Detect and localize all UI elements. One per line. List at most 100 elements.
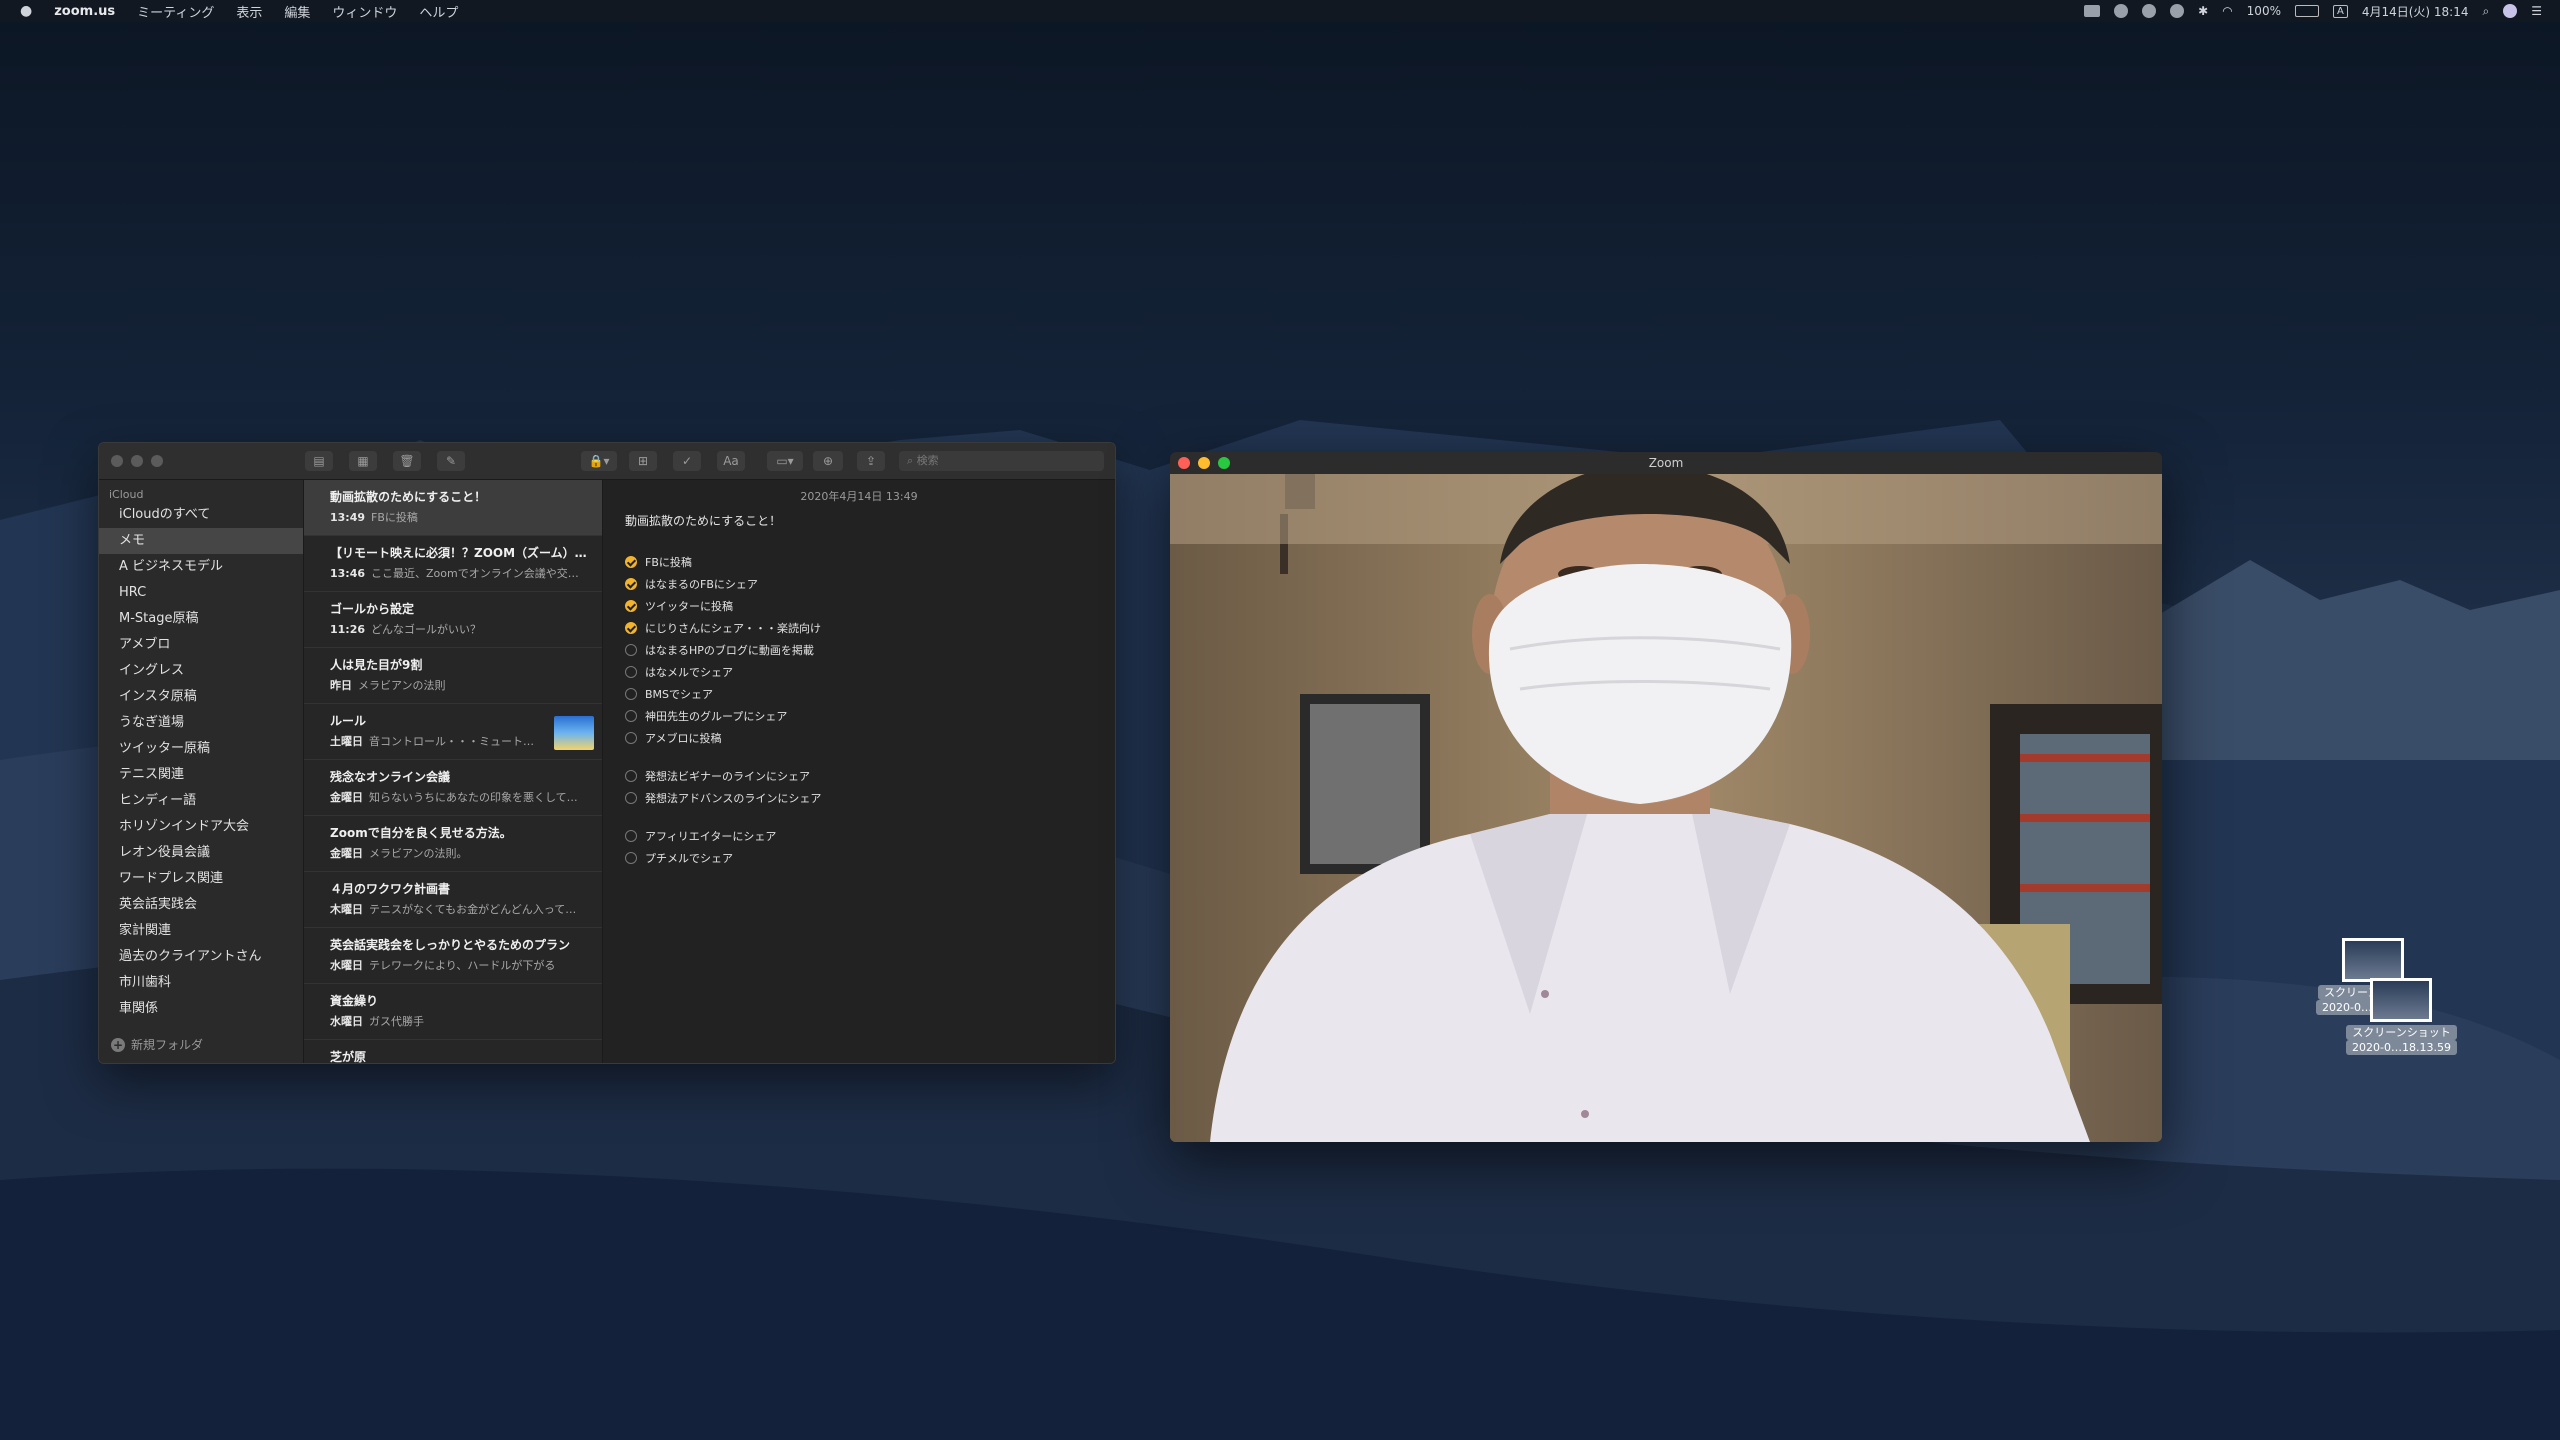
unchecked-checkbox-icon[interactable] [625,644,637,656]
checklist-item[interactable]: 発想法アドバンスのラインにシェア [625,787,1115,809]
clock[interactable]: 4月14日(火) 18:14 [2362,3,2469,20]
note-list-item[interactable]: 資金繰り 水曜日 ガス代勝手 [304,984,602,1040]
share-icon[interactable]: ⇪ [857,451,885,471]
sidebar-folder[interactable]: テニス関連 [99,762,303,788]
checklist-item[interactable]: アメブロに投稿 [625,727,1115,749]
minimize-button[interactable] [1198,457,1210,469]
sidebar-folder[interactable]: 車関係 [99,996,303,1022]
sidebar-folder[interactable]: ツイッター原稿 [99,736,303,762]
gallery-view-icon[interactable]: ▦ [349,451,377,471]
menu-edit[interactable]: 編集 [284,2,310,21]
notification-center-icon[interactable]: ☰ [2531,4,2542,18]
note-title[interactable]: 動画拡散のためにすること！ [625,512,1115,529]
sidebar-folder[interactable]: アメブロ [99,632,303,658]
sidebar-folder[interactable]: HRC [99,580,303,606]
checklist-item[interactable]: アフィリエイターにシェア [625,825,1115,847]
checklist-item[interactable]: プチメルでシェア [625,847,1115,869]
plus-icon: + [111,1037,125,1052]
checklist-icon[interactable]: ✓ [673,451,701,471]
menu-help[interactable]: ヘルプ [419,2,458,21]
checklist-item[interactable]: 発想法ビギナーのラインにシェア [625,765,1115,787]
sync-icon[interactable] [2142,4,2157,18]
apple-icon[interactable]: ● [20,3,32,19]
sidebar-folder[interactable]: M-Stage原稿 [99,606,303,632]
sidebar-folder[interactable]: A ビジネスモデル [99,554,303,580]
checklist-item[interactable]: FBに投稿 [625,551,1115,573]
input-source[interactable]: A [2332,4,2348,18]
sidebar-folder[interactable]: ワードプレス関連 [99,866,303,892]
note-list-item[interactable]: ゴールから設定 11:26 どんなゴールがいい？ [304,592,602,648]
close-button[interactable] [111,455,123,467]
desktop-screenshot-file-2[interactable]: スクリーンショット 2020-0…18.13.59 [2346,978,2457,1055]
new-folder-button[interactable]: + 新規フォルダ [111,1036,203,1053]
unchecked-checkbox-icon[interactable] [625,710,637,722]
note-list-item[interactable]: 英会話実践会をしっかりとやるためのプラン 水曜日 テレワークにより、ハードルが下がる [304,928,602,984]
note-list-item[interactable]: ルール 土曜日 音コントロール・・・ミュート… [304,704,602,760]
battery-icon[interactable] [2294,5,2319,17]
compose-icon[interactable]: ✎ [437,451,465,471]
checklist-item[interactable]: はなまるHPのブログに動画を掲載 [625,639,1115,661]
sidebar-folder[interactable]: 過去のクライアントさん [99,944,303,970]
menu-view[interactable]: 表示 [236,2,262,21]
checklist-item[interactable]: BMSでシェア [625,683,1115,705]
lock-icon[interactable]: 🔒▾ [581,451,617,471]
checklist-item[interactable]: 神田先生のグループにシェア [625,705,1115,727]
sidebar-toggle-icon[interactable]: ▤ [305,451,333,471]
wifi-icon[interactable]: ◠ [2222,4,2232,18]
note-list-item[interactable]: Zoomで自分を良く見せる方法。 金曜日 メラビアンの法則。 [304,816,602,872]
trash-icon[interactable]: 🗑 [393,451,421,471]
video-feed[interactable] [1170,474,2162,1142]
unchecked-checkbox-icon[interactable] [625,830,637,842]
bluetooth-icon[interactable]: ✱ [2198,4,2208,18]
collaborate-icon[interactable]: ⊕ [813,451,843,471]
sidebar-folder[interactable]: ヒンディー語 [99,788,303,814]
note-editor[interactable]: 2020年4月14日 13:49 動画拡散のためにすること！ FBに投稿 はなまる… [603,480,1115,1063]
user-icon[interactable] [2503,4,2518,18]
unchecked-checkbox-icon[interactable] [625,666,637,678]
note-list-item[interactable]: ４月のワクワク計画書 木曜日 テニスがなくてもお金がどんどん入って… [304,872,602,928]
sidebar-folder[interactable]: ホリゾンインドア大会 [99,814,303,840]
note-list-item[interactable]: 残念なオンライン会議 金曜日 知らないうちにあなたの印象を悪くして… [304,760,602,816]
app-menu[interactable]: zoom.us [54,4,115,19]
checklist-item[interactable]: ツイッターに投稿 [625,595,1115,617]
unchecked-checkbox-icon[interactable] [625,732,637,744]
spotlight-icon[interactable]: ⌕ [2483,4,2490,19]
checklist-item[interactable]: にじりさんにシェア・・・楽読向け [625,617,1115,639]
media-icon[interactable]: ▭▾ [767,451,803,471]
sidebar-folder[interactable]: 市川歯科 [99,970,303,996]
close-button[interactable] [1178,457,1190,469]
sidebar-folder[interactable]: インスタ原稿 [99,684,303,710]
format-button[interactable]: Aa [717,451,745,471]
checked-checkbox-icon[interactable] [625,622,637,634]
search-field[interactable]: ⌕ 検索 [899,451,1104,471]
table-icon[interactable]: ⊞ [629,451,657,471]
note-list-item[interactable]: 【リモート映えに必須！？ZOOM（ズーム）… 13:46 ここ最近、Zoomでオンラ… [304,536,602,592]
checklist-item[interactable]: はなメルでシェア [625,661,1115,683]
evernote-icon[interactable] [2114,4,2129,18]
unchecked-checkbox-icon[interactable] [625,792,637,804]
sidebar-folder[interactable]: メモ [99,528,303,554]
unchecked-checkbox-icon[interactable] [625,688,637,700]
stack-icon[interactable] [2170,4,2185,18]
unchecked-checkbox-icon[interactable] [625,852,637,864]
note-list-item[interactable]: 人は見た目が9割 昨日 メラビアンの法則 [304,648,602,704]
menu-meeting[interactable]: ミーティング [137,2,214,21]
zoom-button[interactable] [151,455,163,467]
minimize-button[interactable] [131,455,143,467]
sidebar-folder[interactable]: iCloudのすべて [99,502,303,528]
checklist-item[interactable]: はなまるのFBにシェア [625,573,1115,595]
sidebar-folder[interactable]: 英会話実践会 [99,892,303,918]
unchecked-checkbox-icon[interactable] [625,770,637,782]
note-list-item[interactable]: 動画拡散のためにすること！ 13:49 FBに投稿 [304,480,602,536]
checked-checkbox-icon[interactable] [625,578,637,590]
zoom-status-icon[interactable] [2084,5,2101,17]
sidebar-folder[interactable]: 家計関連 [99,918,303,944]
note-list-item[interactable]: 芝が原 [304,1040,602,1063]
checked-checkbox-icon[interactable] [625,600,637,612]
menu-window[interactable]: ウィンドウ [332,2,397,21]
sidebar-folder[interactable]: レオン役員会議 [99,840,303,866]
sidebar-folder[interactable]: イングレス [99,658,303,684]
sidebar-folder[interactable]: うなぎ道場 [99,710,303,736]
zoom-button[interactable] [1218,457,1230,469]
checked-checkbox-icon[interactable] [625,556,637,568]
